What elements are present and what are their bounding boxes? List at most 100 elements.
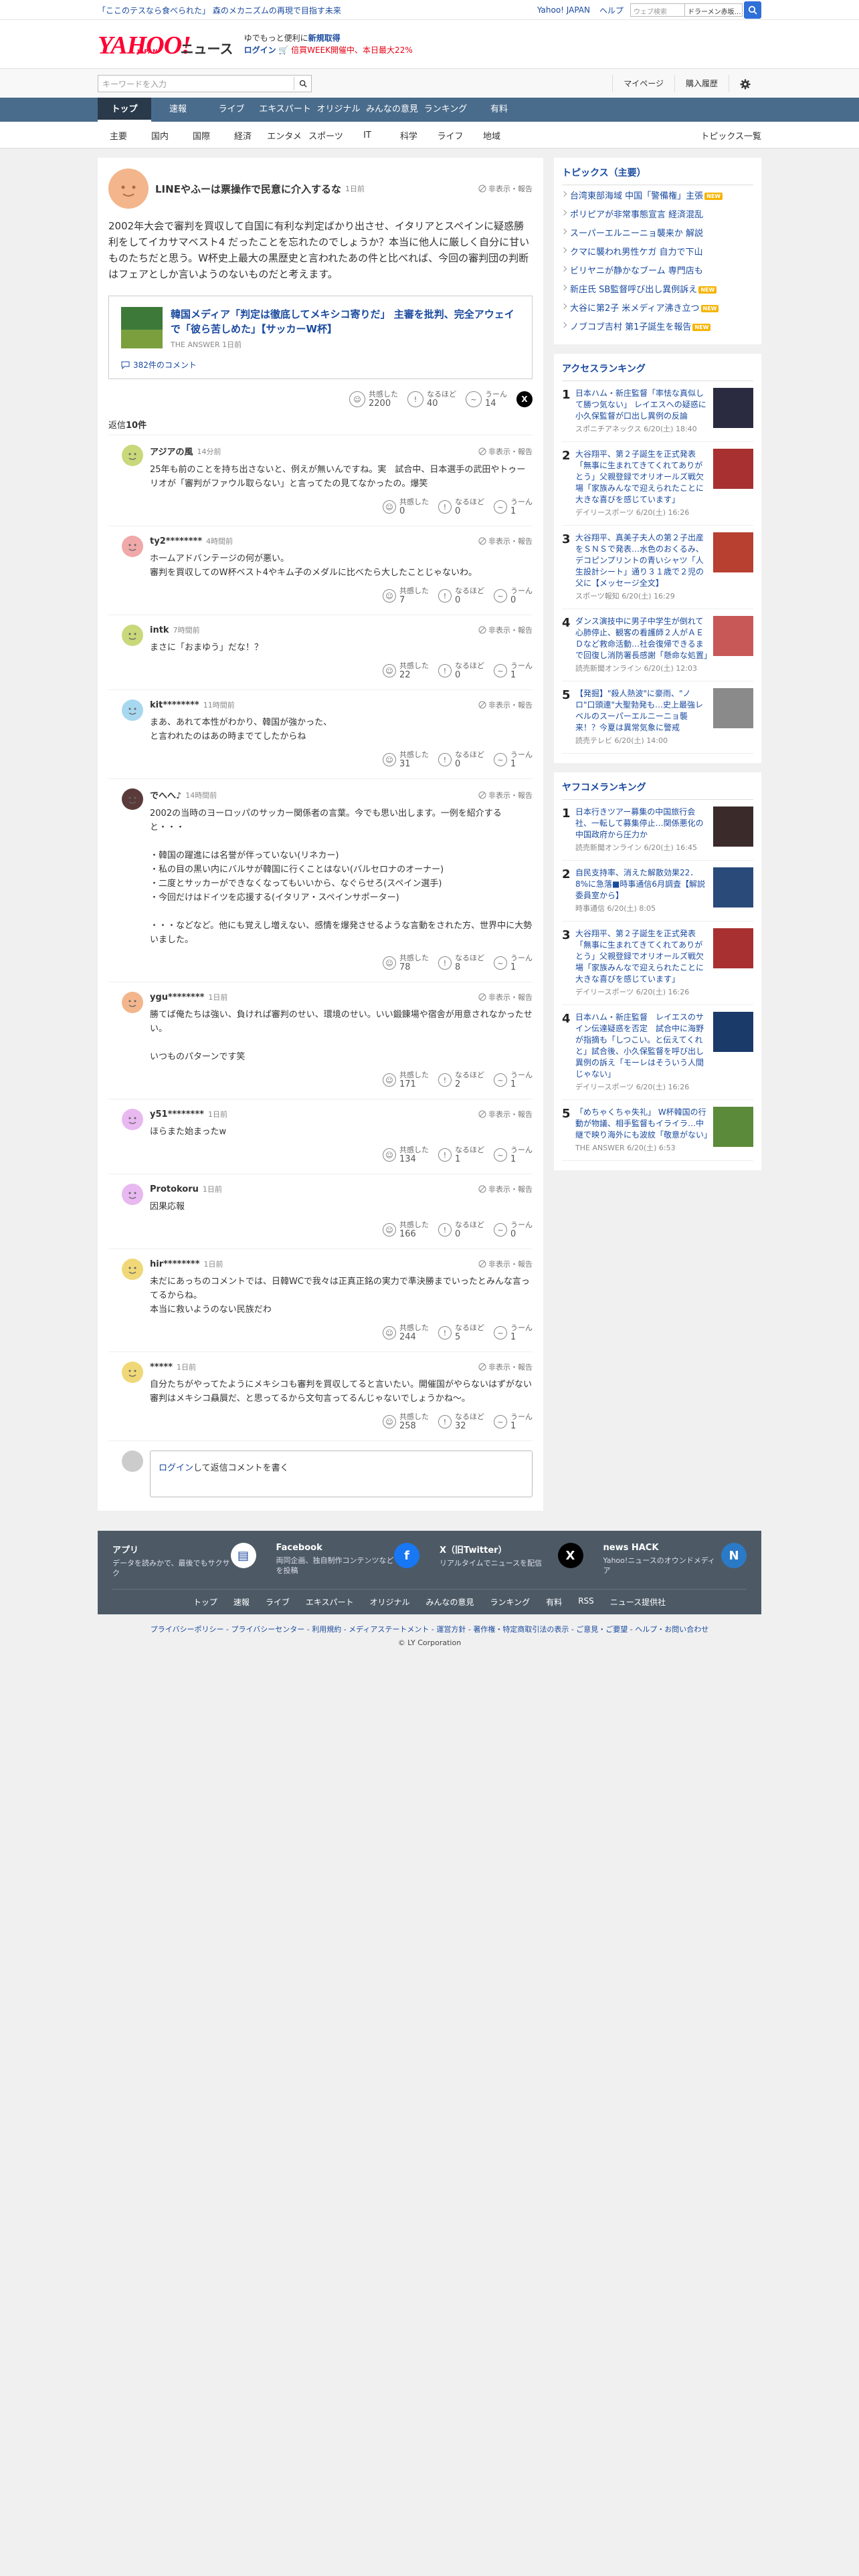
- footer-link[interactable]: トップ: [193, 1596, 217, 1608]
- hide-report-button[interactable]: 非表示・報告: [478, 625, 533, 635]
- header-campaign[interactable]: 🛒 倍買WEEK開催中、本日最大22%: [278, 45, 412, 55]
- hide-report-button[interactable]: 非表示・報告: [478, 790, 533, 800]
- agree-button[interactable]: ☺ 共感した 171: [383, 1071, 429, 1089]
- agree-button[interactable]: ☺ 共感した 244: [383, 1323, 429, 1342]
- comments-link[interactable]: 382件のコメント: [121, 359, 520, 370]
- uun-button[interactable]: ~ うーん 1: [494, 1412, 533, 1431]
- footer-app[interactable]: アプリ データを読みかで、最後でもサクサク ▤: [112, 1543, 256, 1578]
- search-button[interactable]: [294, 77, 307, 90]
- topic-item[interactable]: ノブコブ吉村 第1子誕生を報告 NEW: [562, 316, 753, 335]
- topic-item[interactable]: ビリヤニが静かなブーム 専門店も: [562, 260, 753, 279]
- hide-report-button[interactable]: 非表示・報告: [478, 446, 533, 457]
- topic-item[interactable]: スーパーエルニーニョ襲来か 解説: [562, 223, 753, 241]
- uun-button[interactable]: ~ うーん 0: [494, 1220, 533, 1239]
- top-promo-link[interactable]: 「ここのテスなら食べられた」 森のメカニズムの再現で目指す未来: [98, 5, 537, 16]
- uun-button[interactable]: ~ うーん 1: [494, 498, 533, 516]
- search-input[interactable]: キーワードを入力: [102, 78, 167, 90]
- x-share-icon[interactable]: X: [516, 391, 533, 407]
- article-title[interactable]: 韓国メディア「判定は徹底してメキシコ寄りだ」 主審を批判、完全アウェイで「彼ら苦…: [171, 307, 520, 336]
- footer-link[interactable]: エキスパート: [306, 1596, 354, 1608]
- category-domestic[interactable]: 国内: [139, 129, 181, 142]
- hide-report-button[interactable]: 非表示・報告: [478, 992, 533, 1002]
- ranking-item[interactable]: 4 日本ハム・新庄監督 レイエスのサイン伝達疑惑を否定 試合中に海野が指摘も「しつ…: [562, 1005, 753, 1100]
- category-main[interactable]: 主要: [98, 129, 139, 142]
- footer-link[interactable]: ランキング: [490, 1596, 531, 1608]
- settings-button[interactable]: [729, 75, 761, 92]
- purchase-history-button[interactable]: 購入履歴: [674, 75, 729, 92]
- ranking-title[interactable]: 自民支持率、消えた解散効果22．8%に急落■時事通信6月調査【解説委員室から】: [575, 867, 709, 901]
- ranking-item[interactable]: 4 ダンス演技中に男子中学生が倒れて心肺停止、観客の看護師２人がＡＥＤなど救命活動…: [562, 609, 753, 681]
- topics-list-link[interactable]: トピックス一覧: [700, 129, 761, 142]
- ranking-item[interactable]: 2 大谷翔平、第２子誕生を正式発表「無事に生まれてきてくれてありがとう」父親登録で…: [562, 442, 753, 526]
- nahodo-button[interactable]: ! なるほど 0: [438, 498, 484, 516]
- nav-opinions[interactable]: みんなの意見: [365, 98, 419, 122]
- nav-breaking[interactable]: 速報: [151, 98, 205, 122]
- footer-link[interactable]: みんなの意見: [426, 1596, 474, 1608]
- ranking-title[interactable]: 日本行きツアー募集の中国旅行会社、一転して募集停止…関係悪化の中国政府から圧力か: [575, 807, 709, 841]
- help-link[interactable]: ヘルプ: [599, 5, 624, 16]
- ranking-title[interactable]: 大谷翔平、真美子夫人の第２子出産をＳＮＳで発表…水色のおくるみ、デコピンプリント…: [575, 532, 709, 589]
- reply-author[interactable]: *****: [150, 1362, 173, 1372]
- hide-report-button[interactable]: 非表示・報告: [478, 183, 533, 194]
- ranking-title[interactable]: 「めちゃくちゃ失礼」 W杯韓国の行動が物議、相手監督もイライラ…中継で映り海外に…: [575, 1107, 712, 1141]
- topic-item[interactable]: 台湾東部海域 中国「警備権」主張 NEW: [562, 185, 753, 204]
- news-app-icon[interactable]: ▤: [230, 1543, 256, 1568]
- agree-button[interactable]: ☺ 共感した 166: [383, 1220, 429, 1239]
- hide-report-button[interactable]: 非表示・報告: [478, 1362, 533, 1372]
- agree-button[interactable]: ☺ 共感した 78: [383, 954, 429, 972]
- uun-button[interactable]: ~ うーん 1: [494, 1146, 533, 1164]
- uun-button[interactable]: ~ うーん 1: [494, 750, 533, 769]
- reply-author[interactable]: intk: [150, 625, 169, 635]
- footer-app[interactable]: news HACK Yahoo!ニュースのオウンドメディア N: [603, 1543, 747, 1578]
- reply-author[interactable]: hir********: [150, 1259, 200, 1269]
- footer-link[interactable]: ライブ: [266, 1596, 290, 1608]
- nahodo-button[interactable]: ! なるほど 2: [438, 1071, 484, 1089]
- hide-report-button[interactable]: 非表示・報告: [478, 536, 533, 546]
- topic-item[interactable]: ポリピアが非常事態宣言 経済混乱: [562, 204, 753, 223]
- nav-paid[interactable]: 有料: [472, 98, 526, 122]
- footer-link[interactable]: RSS: [578, 1596, 594, 1608]
- agree-button[interactable]: ☺ 共感した 7: [383, 586, 429, 605]
- nav-expert[interactable]: エキスパート: [258, 98, 312, 122]
- nahodo-button[interactable]: ! なるほど 0: [438, 750, 484, 769]
- ranking-item[interactable]: 2 自民支持率、消えた解散効果22．8%に急落■時事通信6月調査【解説委員室から】…: [562, 861, 753, 922]
- reply-author[interactable]: Protokoru: [150, 1184, 199, 1194]
- web-search-button[interactable]: [744, 1, 761, 19]
- ranking-title[interactable]: 日本ハム・新庄監督 レイエスのサイン伝達疑惑を否定 試合中に海野が指摘も「しつこ…: [575, 1012, 709, 1080]
- hide-report-button[interactable]: 非表示・報告: [478, 700, 533, 710]
- agree-button[interactable]: ☺ 共感した 31: [383, 750, 429, 769]
- ranking-item[interactable]: 5 【発掘】"殺人熱波"に豪雨、"ノロ"口頭連"大聖勃発も…史上最強レベルのスーパ…: [562, 681, 753, 754]
- keyword-search[interactable]: キーワードを入力: [98, 75, 312, 92]
- nav-top[interactable]: トップ: [98, 98, 151, 122]
- hide-report-button[interactable]: 非表示・報告: [478, 1109, 533, 1119]
- agree-button[interactable]: ☺ 共感した 2200: [349, 390, 398, 409]
- ranking-title[interactable]: 【発掘】"殺人熱波"に豪雨、"ノロ"口頭連"大聖勃発も…史上最強レベルのスーパー…: [575, 688, 709, 734]
- category-life[interactable]: ライフ: [430, 129, 471, 142]
- nahodo-button[interactable]: ! なるほど 0: [438, 586, 484, 605]
- hide-report-button[interactable]: 非表示・報告: [478, 1259, 533, 1269]
- header-promo-bold[interactable]: 新規取得: [308, 33, 341, 43]
- footer-link[interactable]: オリジナル: [370, 1596, 410, 1608]
- ranking-item[interactable]: 3 大谷翔平、真美子夫人の第２子出産をＳＮＳで発表…水色のおくるみ、デコピンプリン…: [562, 526, 753, 609]
- ranking-title[interactable]: 大谷翔平、第２子誕生を正式発表「無事に生まれてきてくれてありがとう」父親登録でオ…: [575, 449, 709, 506]
- newshack-icon[interactable]: N: [721, 1543, 747, 1568]
- uun-button[interactable]: ~ うーん 1: [494, 661, 533, 680]
- x-icon[interactable]: X: [557, 1543, 583, 1568]
- nahodo-button[interactable]: ! なるほど 8: [438, 954, 484, 972]
- category-entertainment[interactable]: エンタメ: [264, 129, 305, 142]
- ranking-item[interactable]: 5 「めちゃくちゃ失礼」 W杯韓国の行動が物議、相手監督もイライラ…中継で映り海外…: [562, 1100, 753, 1161]
- yahoo-japan-link[interactable]: Yahoo! JAPAN: [537, 5, 590, 15]
- uun-button[interactable]: ~ うーん 1: [494, 1323, 533, 1342]
- agree-button[interactable]: ☺ 共感した 22: [383, 661, 429, 680]
- agree-button[interactable]: ☺ 共感した 134: [383, 1146, 429, 1164]
- ranking-item[interactable]: 1 日本ハム・新庄監督「率怯な真似して勝つ気ない」 レイエスへの疑惑に小久保監督が…: [562, 381, 753, 442]
- legal-links[interactable]: プライバシーポリシー - プライバシーセンター - 利用規約 - メディアステー…: [0, 1624, 859, 1634]
- topic-item[interactable]: クマに襲われ男性ケガ 自力で下山: [562, 241, 753, 260]
- ranking-item[interactable]: 3 大谷翔平、第２子誕生を正式発表「無事に生まれてきてくれてありがとう」父親登録で…: [562, 922, 753, 1005]
- ranking-item[interactable]: 1 日本行きツアー募集の中国旅行会社、一転して募集停止…関係悪化の中国政府から圧力…: [562, 800, 753, 861]
- footer-app[interactable]: X（旧Twitter） リアルタイムでニュースを配信 X: [440, 1543, 583, 1578]
- category-it[interactable]: IT: [347, 130, 388, 140]
- footer-link[interactable]: ニュース提供社: [610, 1596, 666, 1608]
- login-link[interactable]: ログイン: [244, 45, 276, 55]
- reply-author[interactable]: ty2********: [150, 536, 202, 546]
